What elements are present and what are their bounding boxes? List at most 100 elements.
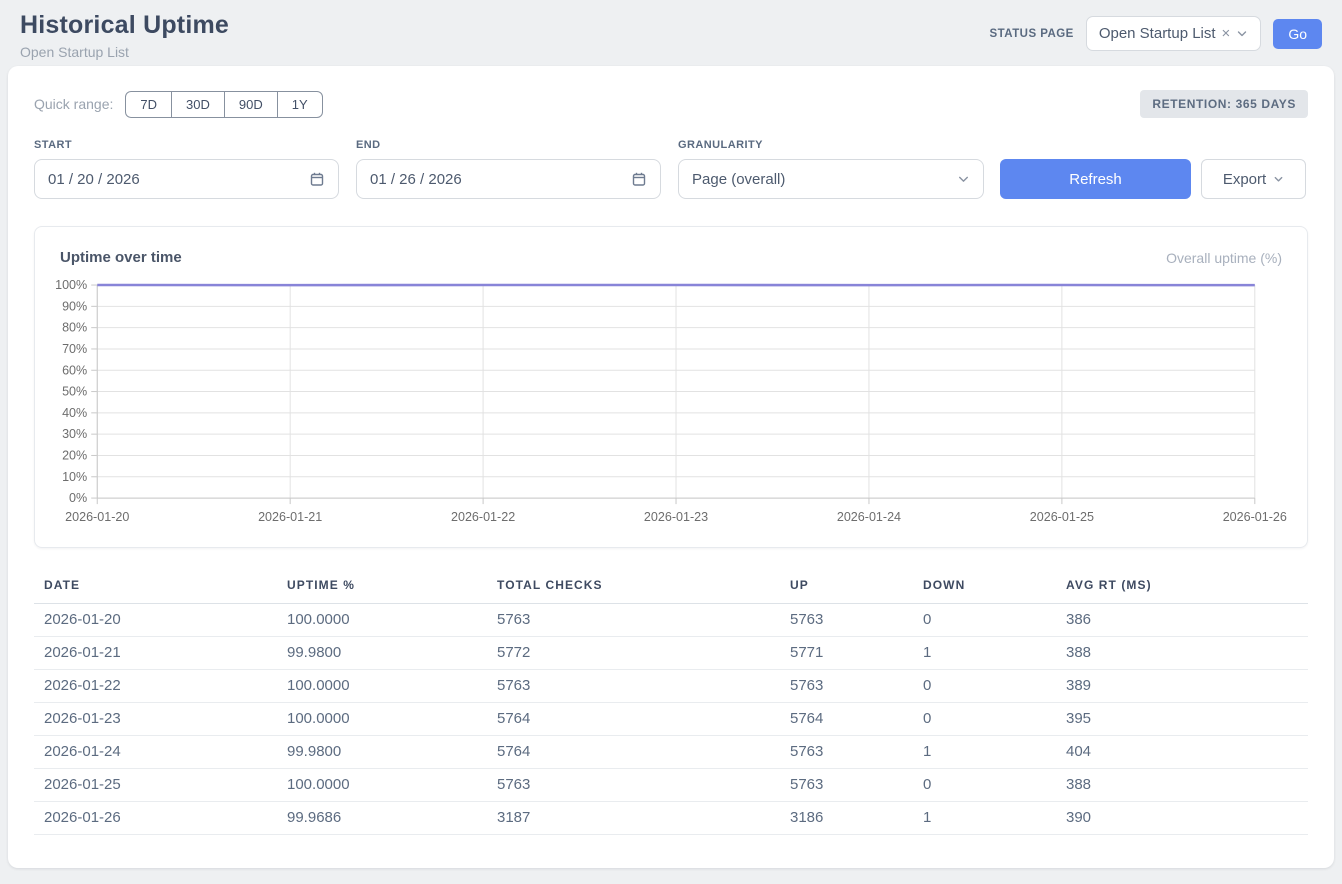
table-cell: 100.0000 xyxy=(277,703,487,736)
table-row: 2026-01-20100.0000576357630386 xyxy=(34,604,1308,637)
table-cell: 2026-01-22 xyxy=(34,670,277,703)
status-page-select[interactable]: Open Startup List × xyxy=(1086,16,1262,51)
end-date-label: END xyxy=(356,139,661,151)
uptime-table: DATEUPTIME %TOTAL CHECKSUPDOWNAVG RT (MS… xyxy=(34,570,1308,835)
chart-title: Uptime over time xyxy=(60,249,182,266)
table-cell: 2026-01-23 xyxy=(34,703,277,736)
svg-text:2026-01-22: 2026-01-22 xyxy=(451,510,515,524)
table-cell: 5763 xyxy=(487,769,780,802)
quick-range-7d-button[interactable]: 7D xyxy=(125,91,172,118)
svg-text:40%: 40% xyxy=(62,406,87,420)
svg-text:50%: 50% xyxy=(62,385,87,399)
end-date-value: 01 / 26 / 2026 xyxy=(370,171,462,188)
table-cell: 5763 xyxy=(780,736,913,769)
quick-range-label: Quick range: xyxy=(34,96,113,112)
svg-text:70%: 70% xyxy=(62,342,87,356)
table-cell: 388 xyxy=(1056,637,1308,670)
table-cell: 5772 xyxy=(487,637,780,670)
svg-text:2026-01-25: 2026-01-25 xyxy=(1030,510,1094,524)
table-cell: 386 xyxy=(1056,604,1308,637)
column-header: UP xyxy=(780,570,913,604)
table-cell: 100.0000 xyxy=(277,670,487,703)
table-cell: 390 xyxy=(1056,802,1308,835)
end-date-field: END 01 / 26 / 2026 xyxy=(356,139,661,199)
granularity-selected-value: Page (overall) xyxy=(692,171,785,188)
table-cell: 2026-01-25 xyxy=(34,769,277,802)
table-cell: 1 xyxy=(913,637,1056,670)
calendar-icon[interactable] xyxy=(309,171,325,187)
page-header: Historical Uptime Open Startup List STAT… xyxy=(0,0,1342,66)
svg-text:0%: 0% xyxy=(69,491,87,505)
column-header: TOTAL CHECKS xyxy=(487,570,780,604)
export-button[interactable]: Export xyxy=(1201,159,1306,199)
end-date-input[interactable]: 01 / 26 / 2026 xyxy=(356,159,661,199)
status-page-selected-value: Open Startup List xyxy=(1099,25,1216,42)
granularity-select[interactable]: Page (overall) xyxy=(678,159,984,199)
retention-badge: RETENTION: 365 DAYS xyxy=(1140,90,1308,118)
table-cell: 395 xyxy=(1056,703,1308,736)
quick-range-group: 7D30D90D1Y xyxy=(125,91,322,118)
table-cell: 99.9686 xyxy=(277,802,487,835)
table-cell: 3186 xyxy=(780,802,913,835)
chevron-down-icon xyxy=(1236,28,1248,40)
svg-text:2026-01-21: 2026-01-21 xyxy=(258,510,322,524)
table-cell: 404 xyxy=(1056,736,1308,769)
title-block: Historical Uptime Open Startup List xyxy=(20,11,229,60)
svg-text:20%: 20% xyxy=(62,448,87,462)
calendar-icon[interactable] xyxy=(631,171,647,187)
refresh-button[interactable]: Refresh xyxy=(1000,159,1191,199)
table-cell: 0 xyxy=(913,670,1056,703)
go-button[interactable]: Go xyxy=(1273,19,1322,49)
table-cell: 1 xyxy=(913,802,1056,835)
svg-text:2026-01-26: 2026-01-26 xyxy=(1223,510,1287,524)
page-title: Historical Uptime xyxy=(20,11,229,40)
uptime-line-chart: 0%10%20%30%40%50%60%70%80%90%100%2026-01… xyxy=(51,276,1291,533)
table-cell: 0 xyxy=(913,769,1056,802)
table-header-row: DATEUPTIME %TOTAL CHECKSUPDOWNAVG RT (MS… xyxy=(34,570,1308,604)
chart-legend: Overall uptime (%) xyxy=(1166,250,1282,266)
svg-text:60%: 60% xyxy=(62,363,87,377)
table-row: 2026-01-25100.0000576357630388 xyxy=(34,769,1308,802)
main-panel: Quick range: 7D30D90D1Y RETENTION: 365 D… xyxy=(8,66,1334,868)
table-cell: 2026-01-24 xyxy=(34,736,277,769)
start-date-input[interactable]: 01 / 20 / 2026 xyxy=(34,159,339,199)
filter-fields-row: START 01 / 20 / 2026 END 01 / 26 / 2026 … xyxy=(34,139,1308,199)
table-cell: 2026-01-26 xyxy=(34,802,277,835)
chevron-down-icon xyxy=(1273,174,1284,185)
table-cell: 389 xyxy=(1056,670,1308,703)
table-row: 2026-01-2499.9800576457631404 xyxy=(34,736,1308,769)
table-row: 2026-01-22100.0000576357630389 xyxy=(34,670,1308,703)
table-cell: 3187 xyxy=(487,802,780,835)
table-cell: 2026-01-21 xyxy=(34,637,277,670)
table-cell: 5764 xyxy=(487,703,780,736)
table-cell: 0 xyxy=(913,604,1056,637)
table-cell: 100.0000 xyxy=(277,769,487,802)
column-header: DATE xyxy=(34,570,277,604)
table-row: 2026-01-2699.9686318731861390 xyxy=(34,802,1308,835)
column-header: UPTIME % xyxy=(277,570,487,604)
start-date-value: 01 / 20 / 2026 xyxy=(48,171,140,188)
quick-range-90d-button[interactable]: 90D xyxy=(224,91,278,118)
quick-range-row: Quick range: 7D30D90D1Y RETENTION: 365 D… xyxy=(34,90,1308,118)
quick-range-30d-button[interactable]: 30D xyxy=(171,91,225,118)
status-page-controls: STATUS PAGE Open Startup List × Go xyxy=(990,16,1322,51)
svg-text:100%: 100% xyxy=(55,278,87,292)
table-cell: 388 xyxy=(1056,769,1308,802)
table-row: 2026-01-23100.0000576457640395 xyxy=(34,703,1308,736)
column-header: DOWN xyxy=(913,570,1056,604)
svg-text:90%: 90% xyxy=(62,299,87,313)
table-cell: 5763 xyxy=(780,769,913,802)
table-cell: 5764 xyxy=(780,703,913,736)
granularity-field: GRANULARITY Page (overall) xyxy=(678,139,984,199)
clear-selection-icon[interactable]: × xyxy=(1222,26,1231,41)
table-cell: 5763 xyxy=(780,604,913,637)
table-cell: 5764 xyxy=(487,736,780,769)
svg-text:2026-01-20: 2026-01-20 xyxy=(65,510,129,524)
svg-text:10%: 10% xyxy=(62,470,87,484)
chart-header: Uptime over time Overall uptime (%) xyxy=(51,249,1291,276)
chart-svg: 0%10%20%30%40%50%60%70%80%90%100%2026-01… xyxy=(51,276,1291,533)
table-cell: 99.9800 xyxy=(277,736,487,769)
table-cell: 5771 xyxy=(780,637,913,670)
start-date-field: START 01 / 20 / 2026 xyxy=(34,139,339,199)
quick-range-1y-button[interactable]: 1Y xyxy=(277,91,323,118)
